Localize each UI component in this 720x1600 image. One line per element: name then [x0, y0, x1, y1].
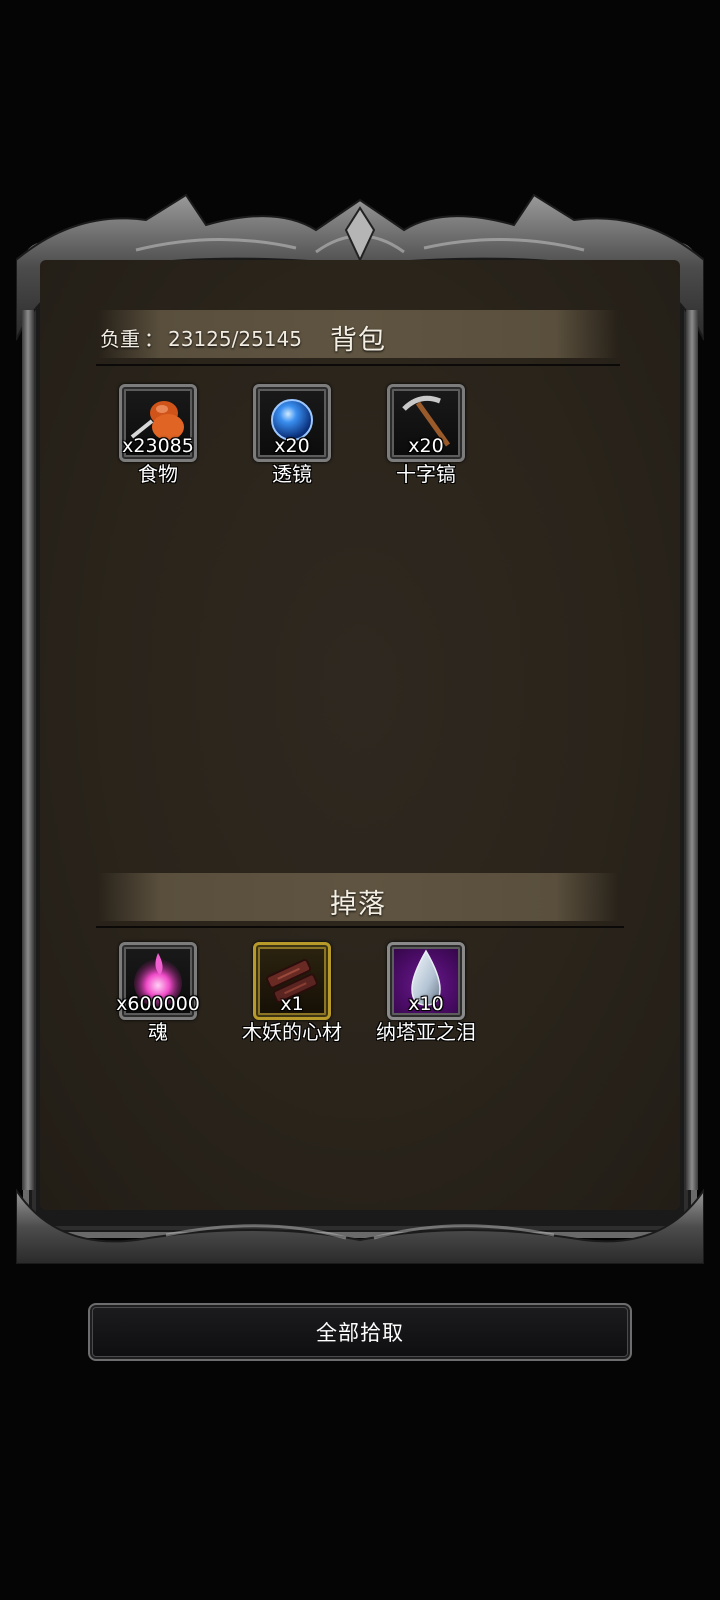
drop-item-heartwood[interactable]: x1 木妖的心材 — [222, 942, 362, 1045]
backpack-divider — [96, 364, 620, 366]
item-quantity: x1 — [280, 993, 304, 1015]
item-name: 木妖的心材 — [242, 1020, 342, 1044]
weight-value: 23125/25145 — [168, 327, 302, 351]
backpack-item-pickaxe[interactable]: x20 十字镐 — [356, 384, 496, 487]
item-quantity: x23085 — [122, 435, 194, 457]
backpack-item-lens[interactable]: x20 透镜 — [222, 384, 362, 487]
drop-item-soul[interactable]: x600000 魂 — [88, 942, 228, 1045]
drop-item-tear[interactable]: x10 纳塔亚之泪 — [356, 942, 496, 1045]
item-quantity: x20 — [274, 435, 310, 457]
item-name: 纳塔亚之泪 — [376, 1020, 476, 1044]
backpack-item-food[interactable]: x23085 食物 — [88, 384, 228, 487]
item-name: 食物 — [138, 462, 178, 486]
item-slot[interactable]: x10 — [387, 942, 465, 1020]
drops-divider — [96, 926, 624, 928]
item-quantity: x20 — [408, 435, 444, 457]
weight-label: 负重 — [100, 327, 140, 351]
item-slot[interactable]: x1 — [253, 942, 331, 1020]
item-slot[interactable]: x600000 — [116, 942, 200, 1020]
item-slot[interactable]: x20 — [253, 384, 331, 462]
weight-separator: ： — [144, 327, 164, 351]
item-name: 十字镐 — [396, 462, 456, 486]
item-name: 魂 — [148, 1020, 168, 1044]
pickup-all-label: 全部拾取 — [316, 1321, 404, 1345]
backpack-title: 背包 — [330, 325, 386, 356]
item-slot[interactable]: x20 — [387, 384, 465, 462]
weight-readout: 负重： 23125/25145 — [100, 323, 302, 352]
pickup-all-button[interactable]: 全部拾取 — [88, 1303, 632, 1361]
item-name: 透镜 — [272, 462, 312, 486]
item-quantity: x10 — [408, 993, 444, 1015]
item-slot[interactable]: x23085 — [119, 384, 197, 462]
item-quantity: x600000 — [116, 993, 200, 1015]
drops-title: 掉落 — [330, 889, 386, 920]
